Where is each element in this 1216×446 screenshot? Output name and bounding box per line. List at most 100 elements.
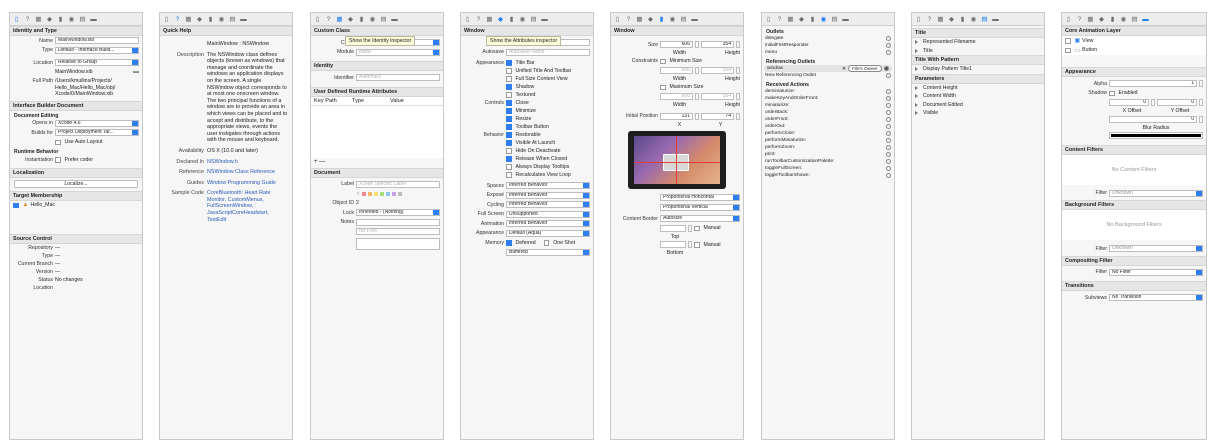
outlet-row[interactable]: delegate xyxy=(762,35,894,42)
lock-popup[interactable]: Inherited - (Nothing) xyxy=(356,209,440,217)
size-inspector-icon[interactable]: ▮ xyxy=(207,16,214,23)
notes-format-bar[interactable] xyxy=(356,218,440,226)
max-width-field[interactable]: 606 xyxy=(660,93,693,101)
spaces-popup[interactable]: Inferred Behavior xyxy=(506,182,590,190)
effects-inspector-icon[interactable]: ▬ xyxy=(391,16,398,23)
shadow-x-stepper[interactable] xyxy=(1151,99,1155,107)
connection-circle-icon[interactable] xyxy=(885,88,891,95)
size-inspector-icon[interactable]: ▮ xyxy=(508,16,515,23)
file-inspector-icon[interactable]: ▯ xyxy=(13,16,20,23)
shadow-checkbox[interactable] xyxy=(1109,90,1115,96)
connections-inspector-icon[interactable]: ◉ xyxy=(369,16,376,23)
behavior-checkbox[interactable] xyxy=(506,164,512,170)
alpha-field[interactable]: 1 xyxy=(1109,80,1197,88)
quick-help-icon[interactable]: ? xyxy=(625,16,632,23)
identity-inspector-icon[interactable]: ▦ xyxy=(185,16,192,23)
module-combo[interactable]: None xyxy=(356,48,440,56)
bindings-inspector-icon[interactable]: ▤ xyxy=(380,16,387,23)
title-binding-row[interactable]: Represented Filename xyxy=(912,38,1044,47)
shadow-color-well[interactable] xyxy=(1109,132,1203,140)
connected-circle-icon[interactable] xyxy=(883,65,889,72)
identifier-field[interactable]: Automatic xyxy=(356,74,440,82)
action-row[interactable]: performClose: xyxy=(762,130,894,137)
proportional-horizontal-popup[interactable]: Proportional Horizontal xyxy=(660,194,740,202)
parameter-binding-row[interactable]: Content Height xyxy=(912,84,1044,93)
disclosure-triangle-icon[interactable] xyxy=(915,67,918,72)
max-height-field[interactable]: 354 xyxy=(701,93,734,101)
connection-circle-icon[interactable] xyxy=(885,102,891,109)
parameter-binding-row[interactable]: Document Edited xyxy=(912,101,1044,110)
connection-circle-icon[interactable] xyxy=(885,158,891,165)
deferred-checkbox[interactable] xyxy=(506,240,512,246)
size-inspector-icon[interactable]: ▮ xyxy=(809,16,816,23)
sample-code-links[interactable]: CoreBluetooth: Heart Rate Monitor, Custo… xyxy=(207,190,288,223)
connections-inspector-icon[interactable]: ◉ xyxy=(218,16,225,23)
controls-checkbox[interactable] xyxy=(506,124,512,130)
new-ref-outlet-row[interactable]: New Referencing Outlet xyxy=(762,72,894,79)
connections-inspector-icon[interactable]: ◉ xyxy=(820,16,827,23)
disclosure-triangle-icon[interactable] xyxy=(915,40,918,45)
behavior-checkbox[interactable] xyxy=(506,172,512,178)
file-inspector-icon[interactable]: ▯ xyxy=(1065,16,1072,23)
top-border-stepper[interactable] xyxy=(688,224,692,232)
size-inspector-icon[interactable]: ▮ xyxy=(658,16,665,23)
name-field[interactable]: MainWindow.xib xyxy=(55,37,139,45)
disclosure-triangle-icon[interactable] xyxy=(915,111,918,116)
outlet-row[interactable]: menu xyxy=(762,49,894,56)
connection-circle-icon[interactable] xyxy=(885,72,891,79)
behavior-checkbox[interactable] xyxy=(506,156,512,162)
behavior-checkbox[interactable] xyxy=(506,140,512,146)
connection-circle-icon[interactable] xyxy=(885,137,891,144)
width-stepper[interactable] xyxy=(695,41,699,49)
connection-circle-icon[interactable] xyxy=(885,49,891,56)
shadow-x-field[interactable]: 0 xyxy=(1109,99,1149,107)
builds-for-popup[interactable]: Project Deployment Tar... xyxy=(55,129,139,137)
shadow-y-stepper[interactable] xyxy=(1199,99,1203,107)
identity-inspector-icon[interactable]: ▦ xyxy=(336,16,343,23)
effects-inspector-icon[interactable]: ▬ xyxy=(240,16,247,23)
title-binding-row[interactable]: Title xyxy=(912,47,1044,56)
controls-checkbox[interactable] xyxy=(506,108,512,114)
button-layer-checkbox[interactable] xyxy=(1065,47,1071,53)
folder-icon[interactable]: ▬ xyxy=(133,69,139,75)
appearance-popup[interactable]: Default (Aqua) xyxy=(506,229,590,237)
behavior-checkbox[interactable] xyxy=(506,148,512,154)
screen-position-preview[interactable] xyxy=(628,131,726,189)
quick-help-icon[interactable]: ? xyxy=(1076,16,1083,23)
width-field[interactable]: 606 xyxy=(660,41,693,49)
file-inspector-icon[interactable]: ▯ xyxy=(314,16,321,23)
init-y-stepper[interactable] xyxy=(736,112,740,120)
disconnect-icon[interactable]: ✕ xyxy=(842,66,846,72)
attributes-inspector-icon[interactable]: ◆ xyxy=(798,16,805,23)
action-row[interactable]: orderBack: xyxy=(762,109,894,116)
connection-circle-icon[interactable] xyxy=(885,109,891,116)
min-width-stepper[interactable] xyxy=(695,67,699,75)
min-size-checkbox[interactable] xyxy=(660,58,666,64)
size-inspector-icon[interactable]: ▮ xyxy=(959,16,966,23)
localize-button[interactable]: Localize... xyxy=(14,179,138,188)
disclosure-triangle-icon[interactable] xyxy=(915,94,918,99)
connections-inspector-icon[interactable]: ◉ xyxy=(68,16,75,23)
height-field[interactable]: 354 xyxy=(701,41,734,49)
autosave-field[interactable]: Autosave Name xyxy=(506,48,590,56)
effects-inspector-icon[interactable]: ▬ xyxy=(842,16,849,23)
controls-checkbox[interactable] xyxy=(506,100,512,106)
buffered-popup[interactable]: Buffered xyxy=(506,248,590,256)
init-x-field[interactable]: 131 xyxy=(660,112,693,120)
size-inspector-icon[interactable]: ▮ xyxy=(57,16,64,23)
bindings-inspector-icon[interactable]: ▤ xyxy=(530,16,537,23)
alpha-stepper[interactable] xyxy=(1199,80,1203,88)
expose-popup[interactable]: Inferred Behavior xyxy=(506,191,590,199)
keypath-column[interactable]: Key Path xyxy=(314,98,346,104)
quick-help-icon[interactable]: ? xyxy=(24,16,31,23)
action-row[interactable]: orderFront: xyxy=(762,116,894,123)
guides-link[interactable]: Window Programming Guide xyxy=(207,180,288,187)
attributes-inspector-icon[interactable]: ◆ xyxy=(497,16,504,23)
background-filter-popup[interactable]: Unknown xyxy=(1109,245,1203,253)
identity-inspector-icon[interactable]: ▦ xyxy=(636,16,643,23)
effects-inspector-icon[interactable]: ▬ xyxy=(90,16,97,23)
label-field[interactable]: Xcode Specific Label xyxy=(356,180,440,188)
action-row[interactable]: makeKeyAndOrderFront: xyxy=(762,95,894,102)
compositing-filter-popup[interactable]: No Filter xyxy=(1109,268,1203,276)
prefer-coder-checkbox[interactable] xyxy=(55,157,61,163)
